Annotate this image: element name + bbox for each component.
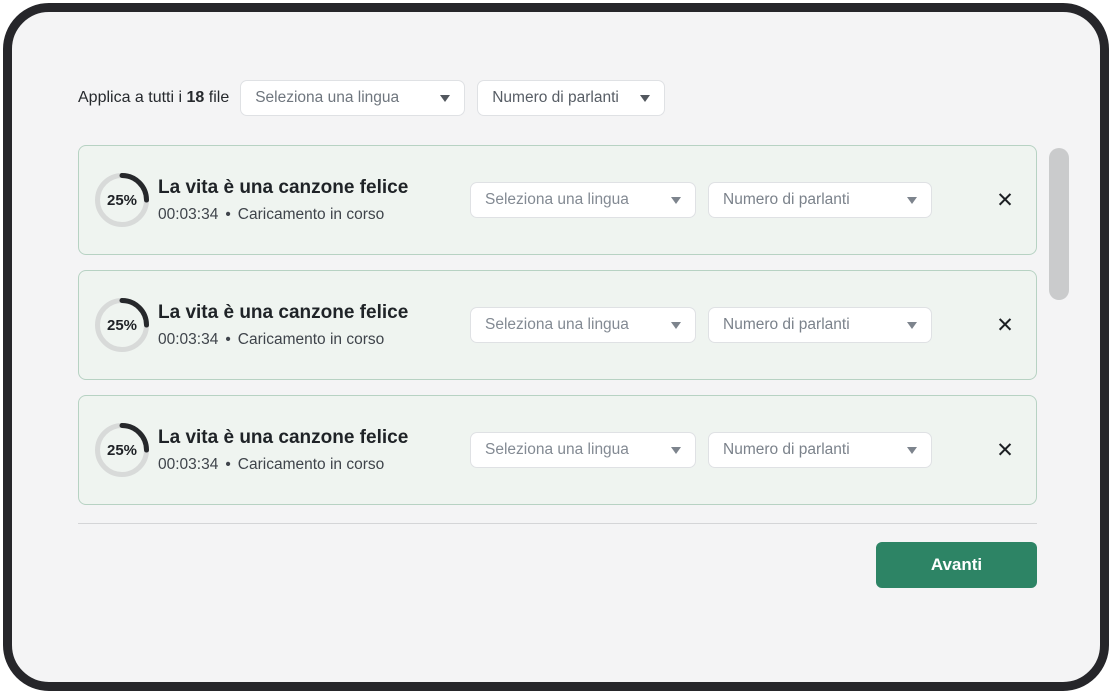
chevron-down-icon <box>671 197 681 204</box>
bullet-separator: • <box>225 331 230 349</box>
file-speakers-dropdown[interactable]: Numero di parlanti <box>708 307 932 343</box>
global-language-dropdown-label: Seleziona una lingua <box>255 89 399 107</box>
file-language-dropdown[interactable]: Seleziona una lingua <box>470 432 696 468</box>
chevron-down-icon <box>671 322 681 329</box>
bullet-separator: • <box>225 456 230 474</box>
remove-file-button[interactable]: ✕ <box>990 440 1020 461</box>
chevron-down-icon <box>440 95 450 102</box>
close-icon: ✕ <box>996 189 1014 212</box>
upload-progress-ring: 25% <box>94 422 150 478</box>
footer-divider <box>78 523 1037 524</box>
chevron-down-icon <box>907 447 917 454</box>
file-language-dropdown[interactable]: Seleziona una lingua <box>470 307 696 343</box>
remove-file-button[interactable]: ✕ <box>990 315 1020 336</box>
file-language-dropdown[interactable]: Seleziona una lingua <box>470 182 696 218</box>
upload-status: Caricamento in corso <box>238 456 384 474</box>
file-title: La vita è una canzone felice <box>158 177 460 199</box>
file-duration: 00:03:34 <box>158 456 218 474</box>
chevron-down-icon <box>671 447 681 454</box>
progress-percent-label: 25% <box>94 297 150 353</box>
file-speakers-dropdown-label: Numero di parlanti <box>723 316 850 334</box>
chevron-down-icon <box>640 95 650 102</box>
file-row: 25% La vita è una canzone felice 00:03:3… <box>78 395 1037 505</box>
chevron-down-icon <box>907 197 917 204</box>
upload-progress-ring: 25% <box>94 297 150 353</box>
file-info: La vita è una canzone felice 00:03:34 • … <box>158 302 470 349</box>
file-duration: 00:03:34 <box>158 206 218 224</box>
apply-suffix: file <box>209 89 229 106</box>
remove-file-button[interactable]: ✕ <box>990 190 1020 211</box>
apply-to-all-label: Applica a tutti i 18 file <box>78 89 229 107</box>
bullet-separator: • <box>225 206 230 224</box>
close-icon: ✕ <box>996 439 1014 462</box>
progress-percent-label: 25% <box>94 422 150 478</box>
file-speakers-dropdown[interactable]: Numero di parlanti <box>708 182 932 218</box>
global-language-dropdown[interactable]: Seleziona una lingua <box>240 80 465 116</box>
progress-percent-label: 25% <box>94 172 150 228</box>
file-info: La vita è una canzone felice 00:03:34 • … <box>158 177 470 224</box>
file-speakers-dropdown-label: Numero di parlanti <box>723 191 850 209</box>
global-speakers-dropdown-label: Numero di parlanti <box>492 89 619 107</box>
page: Applica a tutti i 18 file Seleziona una … <box>0 0 1112 696</box>
next-button[interactable]: Avanti <box>876 542 1037 588</box>
apply-to-all-row: Applica a tutti i 18 file Seleziona una … <box>78 80 665 116</box>
file-language-dropdown-label: Seleziona una lingua <box>485 441 629 459</box>
file-subtitle: 00:03:34 • Caricamento in corso <box>158 331 460 349</box>
file-duration: 00:03:34 <box>158 331 218 349</box>
file-title: La vita è una canzone felice <box>158 302 460 324</box>
file-subtitle: 00:03:34 • Caricamento in corso <box>158 456 460 474</box>
file-language-dropdown-label: Seleziona una lingua <box>485 316 629 334</box>
chevron-down-icon <box>907 322 917 329</box>
file-language-dropdown-label: Seleziona una lingua <box>485 191 629 209</box>
file-list: 25% La vita è una canzone felice 00:03:3… <box>78 145 1037 520</box>
file-speakers-dropdown-label: Numero di parlanti <box>723 441 850 459</box>
upload-progress-ring: 25% <box>94 172 150 228</box>
global-speakers-dropdown[interactable]: Numero di parlanti <box>477 80 665 116</box>
close-icon: ✕ <box>996 314 1014 337</box>
file-subtitle: 00:03:34 • Caricamento in corso <box>158 206 460 224</box>
upload-status: Caricamento in corso <box>238 206 384 224</box>
file-speakers-dropdown[interactable]: Numero di parlanti <box>708 432 932 468</box>
file-row: 25% La vita è una canzone felice 00:03:3… <box>78 145 1037 255</box>
file-title: La vita è una canzone felice <box>158 427 460 449</box>
file-count: 18 <box>187 89 205 106</box>
scrollbar-thumb[interactable] <box>1049 148 1069 300</box>
file-row: 25% La vita è una canzone felice 00:03:3… <box>78 270 1037 380</box>
file-info: La vita è una canzone felice 00:03:34 • … <box>158 427 470 474</box>
apply-prefix: Applica a tutti i <box>78 89 182 106</box>
upload-status: Caricamento in corso <box>238 331 384 349</box>
